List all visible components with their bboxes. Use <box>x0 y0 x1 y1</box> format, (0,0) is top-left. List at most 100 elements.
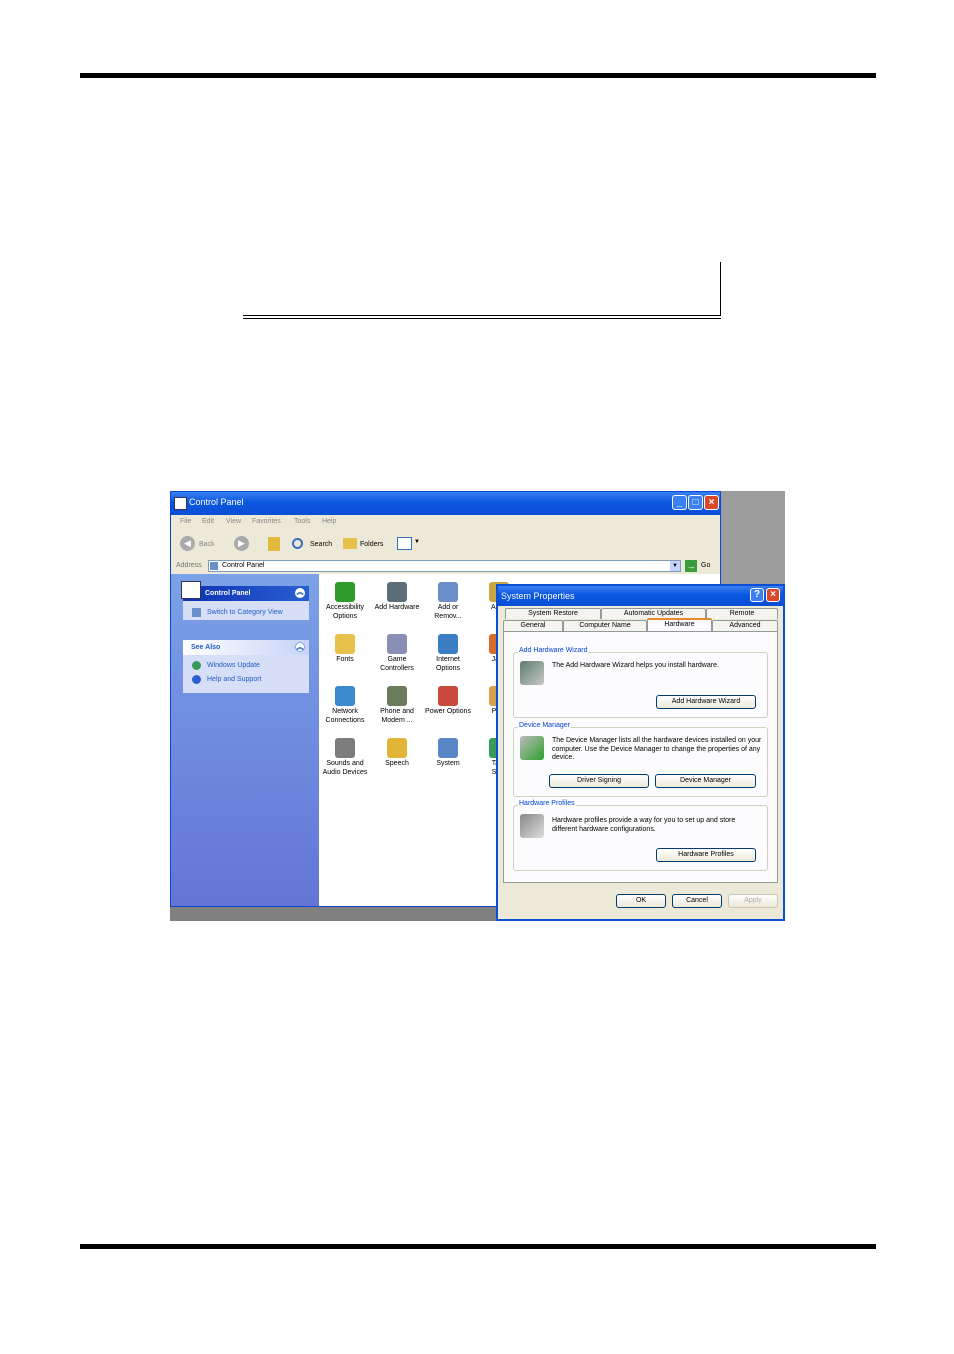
screenshot: Control Panel _ □ × File Edit View Favor… <box>170 491 785 921</box>
collapse-chevron-icon[interactable]: ︽ <box>295 642 305 652</box>
control-panel-item[interactable]: Accessibility Options <box>319 582 371 621</box>
control-panel-item[interactable]: Game Controllers <box>371 634 423 673</box>
folders-icon[interactable] <box>343 538 357 549</box>
help-button[interactable]: ? <box>750 588 764 602</box>
control-panel-item[interactable]: System <box>422 738 474 769</box>
switch-category-view-link[interactable]: Switch to Category View <box>207 609 283 616</box>
tab-computer-name[interactable]: Computer Name <box>563 620 647 631</box>
tab-hardware[interactable]: Hardware <box>647 618 712 631</box>
tab-system-restore[interactable]: System Restore <box>505 608 601 619</box>
add-hardware-wizard-button[interactable]: Add Hardware Wizard <box>656 695 756 709</box>
control-panel-item-label: Add or <box>437 604 459 611</box>
control-panel-item[interactable]: Phone and Modem ... <box>371 686 423 725</box>
address-dropdown-icon[interactable]: ▼ <box>670 561 680 571</box>
control-panel-icon <box>174 497 187 510</box>
control-panel-item[interactable]: Speech <box>371 738 423 769</box>
ok-button[interactable]: OK <box>616 894 666 908</box>
views-dropdown-icon[interactable]: ▼ <box>414 539 420 545</box>
control-panel-item-label: Speech <box>385 760 409 767</box>
control-panel-item-label: Accessibility <box>325 604 365 611</box>
see-also-header[interactable]: See Also ︽ <box>183 640 309 655</box>
control-panel-item-icon <box>335 634 355 654</box>
go-label[interactable]: Go <box>701 562 710 569</box>
hardware-profiles-icon <box>520 814 544 838</box>
control-panel-section-header[interactable]: Control Panel ︽ <box>183 586 309 601</box>
windows-update-icon <box>192 661 201 670</box>
control-panel-item-label: Phone and <box>380 708 414 715</box>
help-support-icon <box>192 675 201 684</box>
control-panel-item-icon <box>438 582 458 602</box>
menu-file[interactable]: File <box>180 518 191 525</box>
control-panel-item-icon <box>387 582 407 602</box>
menu-favorites[interactable]: Favorites <box>252 518 281 525</box>
hardware-profiles-button[interactable]: Hardware Profiles <box>656 848 756 862</box>
control-panel-item-label: Internet <box>436 656 460 663</box>
tab-general[interactable]: General <box>503 620 563 631</box>
control-panel-item[interactable]: Sounds and Audio Devices <box>319 738 371 777</box>
control-panel-item[interactable]: Network Connections <box>319 686 371 725</box>
see-also-section: See Also ︽ Windows Update Help and Suppo… <box>183 640 309 693</box>
control-panel-item-icon <box>387 686 407 706</box>
add-hardware-label: Add Hardware Wizard <box>518 647 589 654</box>
control-panel-item[interactable]: Internet Options <box>422 634 474 673</box>
hardware-profiles-group: Hardware Profiles Hardware profiles prov… <box>513 800 768 871</box>
views-icon[interactable] <box>397 537 412 550</box>
forward-arrow-icon[interactable]: ▶ <box>234 536 249 551</box>
control-panel-section-title: Control Panel <box>205 590 251 597</box>
go-arrow-icon[interactable]: → <box>685 560 697 572</box>
menu-help[interactable]: Help <box>322 518 336 525</box>
device-manager-label: Device Manager <box>518 722 571 729</box>
device-manager-group: Device Manager The Device Manager lists … <box>513 722 768 797</box>
back-arrow-icon[interactable]: ◀ <box>180 536 195 551</box>
collapse-chevron-icon[interactable]: ︽ <box>295 588 305 598</box>
search-button-label[interactable]: Search <box>310 541 332 548</box>
maximize-button[interactable]: □ <box>688 495 703 510</box>
dialog-close-button[interactable]: × <box>766 588 780 602</box>
control-panel-item-icon <box>387 738 407 758</box>
control-panel-item-label: Sounds and <box>326 760 364 767</box>
up-folder-icon[interactable] <box>268 537 280 551</box>
control-panel-item-icon <box>438 634 458 654</box>
add-hardware-icon <box>520 661 544 685</box>
control-panel-item[interactable]: Add Hardware <box>371 582 423 613</box>
control-panel-item-icon <box>438 686 458 706</box>
device-manager-button[interactable]: Device Manager <box>655 774 756 788</box>
box-border-bottom-2 <box>243 318 721 319</box>
device-manager-text: The Device Manager lists all the hardwar… <box>552 737 762 761</box>
search-icon[interactable] <box>292 538 303 549</box>
task-pane: Control Panel ︽ Switch to Category View … <box>171 574 319 906</box>
folders-button-label[interactable]: Folders <box>360 541 383 548</box>
tab-advanced[interactable]: Advanced <box>712 620 778 631</box>
header-rule <box>80 73 876 78</box>
control-panel-item[interactable]: Add or Remov... <box>422 582 474 621</box>
control-panel-item-label-2: Remov... <box>434 612 462 620</box>
menu-tools[interactable]: Tools <box>294 518 310 525</box>
address-input[interactable]: Control Panel ▼ <box>208 560 681 572</box>
control-panel-item[interactable]: Fonts <box>319 634 371 665</box>
hardware-profiles-text: Hardware profiles provide a way for you … <box>552 817 736 833</box>
control-panel-item-icon <box>387 634 407 654</box>
driver-signing-button[interactable]: Driver Signing <box>549 774 649 788</box>
menu-bar: File Edit View Favorites Tools Help <box>171 515 720 552</box>
minimize-button[interactable]: _ <box>672 495 687 510</box>
window-title: Control Panel <box>189 497 244 507</box>
menu-edit[interactable]: Edit <box>202 518 214 525</box>
dialog-title: System Properties <box>501 591 575 601</box>
back-button-label[interactable]: Back <box>199 541 215 548</box>
tab-remote[interactable]: Remote <box>706 608 778 619</box>
windows-update-link[interactable]: Windows Update <box>207 662 260 669</box>
add-hardware-text: The Add Hardware Wizard helps you instal… <box>552 662 719 669</box>
help-support-link[interactable]: Help and Support <box>207 676 261 683</box>
dialog-titlebar[interactable]: System Properties ? × <box>498 586 783 606</box>
address-bar: Address Control Panel ▼ → Go <box>171 558 720 574</box>
close-button[interactable]: × <box>704 495 719 510</box>
box-border-bottom <box>243 315 721 316</box>
cancel-button[interactable]: Cancel <box>672 894 722 908</box>
control-panel-section: Control Panel ︽ Switch to Category View <box>181 581 309 620</box>
add-hardware-group: Add Hardware Wizard The Add Hardware Wiz… <box>513 647 768 718</box>
address-value: Control Panel <box>222 562 265 569</box>
control-panel-item-icon <box>335 582 355 602</box>
menu-view[interactable]: View <box>226 518 241 525</box>
control-panel-item[interactable]: Power Options <box>422 686 474 717</box>
control-panel-titlebar[interactable]: Control Panel _ □ × <box>171 492 720 515</box>
